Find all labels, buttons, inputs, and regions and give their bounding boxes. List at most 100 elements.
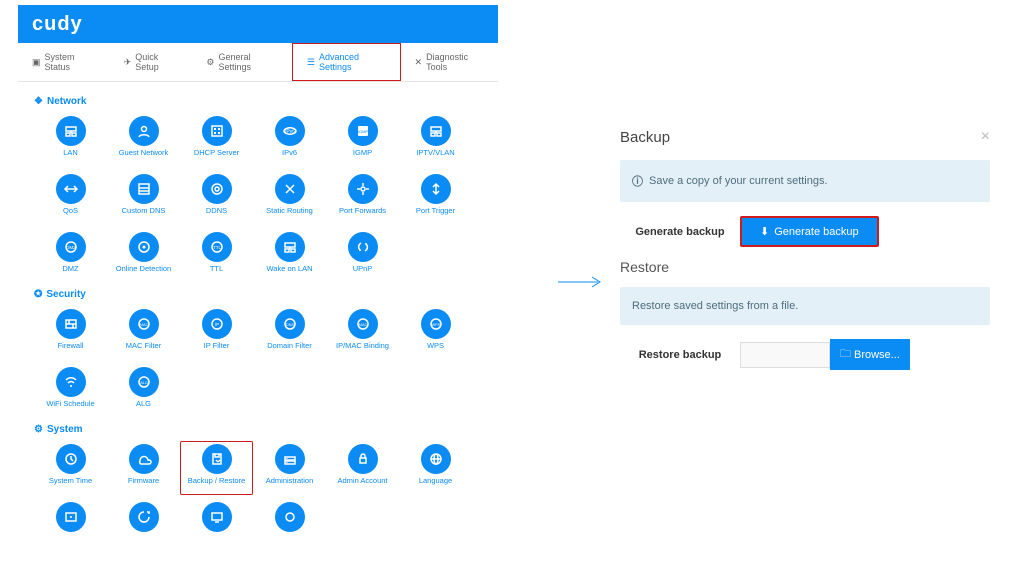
dialog-title-row: Backup × bbox=[620, 128, 990, 146]
system-grid: System TimeFirmwareBackup / RestoreAdmin… bbox=[34, 441, 482, 553]
section-system-title: ⚙ System bbox=[34, 424, 482, 435]
dialog-title: Backup bbox=[620, 129, 670, 146]
generate-backup-button[interactable]: ⬇ Generate backup bbox=[740, 216, 879, 247]
network-item-ddns[interactable]: DDNS bbox=[180, 171, 253, 225]
router-admin-panel: cudy ▣System Status ✈Quick Setup ⚙Genera… bbox=[18, 5, 498, 561]
system-item-slot6[interactable] bbox=[34, 499, 107, 553]
network-item-igmp[interactable]: IGMPIGMP bbox=[326, 113, 399, 167]
feature-label: TTL bbox=[210, 265, 223, 280]
svg-text:WPS: WPS bbox=[431, 323, 440, 327]
network-item-lan[interactable]: LAN bbox=[34, 113, 107, 167]
feature-label: Port Trigger bbox=[416, 207, 455, 222]
feature-label: System Time bbox=[49, 477, 92, 492]
close-icon[interactable]: × bbox=[981, 128, 990, 146]
feature-icon: IGMP bbox=[348, 116, 378, 146]
flow-arrow bbox=[558, 275, 604, 289]
security-item-wifi-schedule[interactable]: WiFi Schedule bbox=[34, 364, 107, 418]
feature-icon: IPv6 bbox=[275, 116, 305, 146]
system-item-backup-restore[interactable]: Backup / Restore bbox=[180, 441, 253, 495]
feature-icon bbox=[129, 116, 159, 146]
system-item-admin-account[interactable]: Admin Account bbox=[326, 441, 399, 495]
security-item-ip-mac-binding[interactable]: MACIP/MAC Binding bbox=[326, 306, 399, 360]
svg-text:TTL: TTL bbox=[212, 245, 220, 250]
feature-icon bbox=[275, 174, 305, 204]
system-item-administration[interactable]: Administration bbox=[253, 441, 326, 495]
system-item-slot9[interactable] bbox=[253, 499, 326, 553]
gear-icon: ⚙ bbox=[34, 424, 43, 435]
feature-icon bbox=[56, 444, 86, 474]
tab-general-settings[interactable]: ⚙General Settings bbox=[192, 43, 291, 81]
network-item-guest-network[interactable]: Guest Network bbox=[107, 113, 180, 167]
feature-icon bbox=[129, 444, 159, 474]
tab-diagnostic-tools[interactable]: ✕Diagnostic Tools bbox=[401, 43, 498, 81]
network-item-dmz[interactable]: DMZDMZ bbox=[34, 229, 107, 283]
feature-label: Custom DNS bbox=[122, 207, 166, 222]
feature-icon: MAC bbox=[348, 309, 378, 339]
feature-icon bbox=[202, 502, 232, 532]
system-item-slot8[interactable] bbox=[180, 499, 253, 553]
network-item-port-trigger[interactable]: Port Trigger bbox=[399, 171, 472, 225]
feature-label: QoS bbox=[63, 207, 78, 222]
system-item-language[interactable]: Language bbox=[399, 441, 472, 495]
system-item-slot7[interactable] bbox=[107, 499, 180, 553]
network-item-port-forwards[interactable]: Port Forwards bbox=[326, 171, 399, 225]
feature-icon: WPS bbox=[421, 309, 451, 339]
security-item-wps[interactable]: WPS WPS bbox=[399, 306, 472, 360]
feature-icon bbox=[56, 116, 86, 146]
folder-icon: 🗀 bbox=[840, 345, 851, 364]
generate-backup-row: Generate backup ⬇ Generate backup bbox=[620, 216, 990, 247]
svg-text:MAC: MAC bbox=[139, 323, 148, 327]
gear-icon: ⚙ bbox=[206, 57, 214, 68]
svg-text:DMZ: DMZ bbox=[66, 245, 76, 250]
network-item-online-detection[interactable]: Online Detection bbox=[107, 229, 180, 283]
paper-plane-icon: ✈ bbox=[124, 57, 132, 68]
feature-label: LAN bbox=[63, 149, 78, 164]
security-item-ip-filter[interactable]: IPIP Filter bbox=[180, 306, 253, 360]
svg-text:ALG: ALG bbox=[140, 381, 148, 385]
network-item-custom-dns[interactable]: Custom DNS bbox=[107, 171, 180, 225]
feature-icon: ALG bbox=[129, 367, 159, 397]
network-item-static-routing[interactable]: Static Routing bbox=[253, 171, 326, 225]
browse-button[interactable]: 🗀 Browse... bbox=[830, 339, 910, 370]
feature-icon bbox=[129, 232, 159, 262]
feature-icon bbox=[348, 444, 378, 474]
feature-label: IPTV/VLAN bbox=[416, 149, 454, 164]
tab-system-status[interactable]: ▣System Status bbox=[18, 43, 110, 81]
feature-icon bbox=[56, 367, 86, 397]
restore-backup-row: Restore backup 🗀 Browse... bbox=[620, 339, 990, 370]
svg-text:DNS: DNS bbox=[285, 323, 293, 327]
feature-label: DHCP Server bbox=[194, 149, 239, 164]
network-item-ipv6[interactable]: IPv6IPv6 bbox=[253, 113, 326, 167]
dashboard-icon: ▣ bbox=[32, 57, 41, 68]
top-tabs: ▣System Status ✈Quick Setup ⚙General Set… bbox=[18, 43, 498, 82]
network-item-qos[interactable]: QoS bbox=[34, 171, 107, 225]
network-item-wake-on-lan[interactable]: Wake on LAN bbox=[253, 229, 326, 283]
feature-label: WPS bbox=[427, 342, 444, 357]
feature-label: DDNS bbox=[206, 207, 227, 222]
security-item-domain-filter[interactable]: DNSDomain Filter bbox=[253, 306, 326, 360]
feature-label: IP Filter bbox=[204, 342, 230, 357]
security-item-alg[interactable]: ALGALG bbox=[107, 364, 180, 418]
feature-label: Static Routing bbox=[266, 207, 313, 222]
network-item-dhcp-server[interactable]: DHCP Server bbox=[180, 113, 253, 167]
backup-restore-dialog: Backup × ⓘ Save a copy of your current s… bbox=[610, 118, 1000, 392]
network-item-upnp[interactable]: UPnP bbox=[326, 229, 399, 283]
system-item-firmware[interactable]: Firmware bbox=[107, 441, 180, 495]
feature-icon bbox=[202, 116, 232, 146]
download-icon: ⬇ bbox=[760, 225, 769, 238]
feature-label: Port Forwards bbox=[339, 207, 386, 222]
feature-label: Admin Account bbox=[337, 477, 387, 492]
feature-icon bbox=[202, 174, 232, 204]
system-item-system-time[interactable]: System Time bbox=[34, 441, 107, 495]
feature-icon bbox=[275, 232, 305, 262]
feature-icon bbox=[56, 174, 86, 204]
file-path-field[interactable] bbox=[740, 342, 830, 368]
network-item-iptv-vlan[interactable]: IPTV/VLAN bbox=[399, 113, 472, 167]
tab-quick-setup[interactable]: ✈Quick Setup bbox=[110, 43, 193, 81]
security-item-mac-filter[interactable]: MACMAC Filter bbox=[107, 306, 180, 360]
security-item-firewall[interactable]: Firewall bbox=[34, 306, 107, 360]
info-save-copy: ⓘ Save a copy of your current settings. bbox=[620, 160, 990, 202]
tab-advanced-settings[interactable]: ☰Advanced Settings bbox=[292, 43, 401, 81]
feature-icon bbox=[56, 502, 86, 532]
network-item-ttl[interactable]: TTL TTL bbox=[180, 229, 253, 283]
